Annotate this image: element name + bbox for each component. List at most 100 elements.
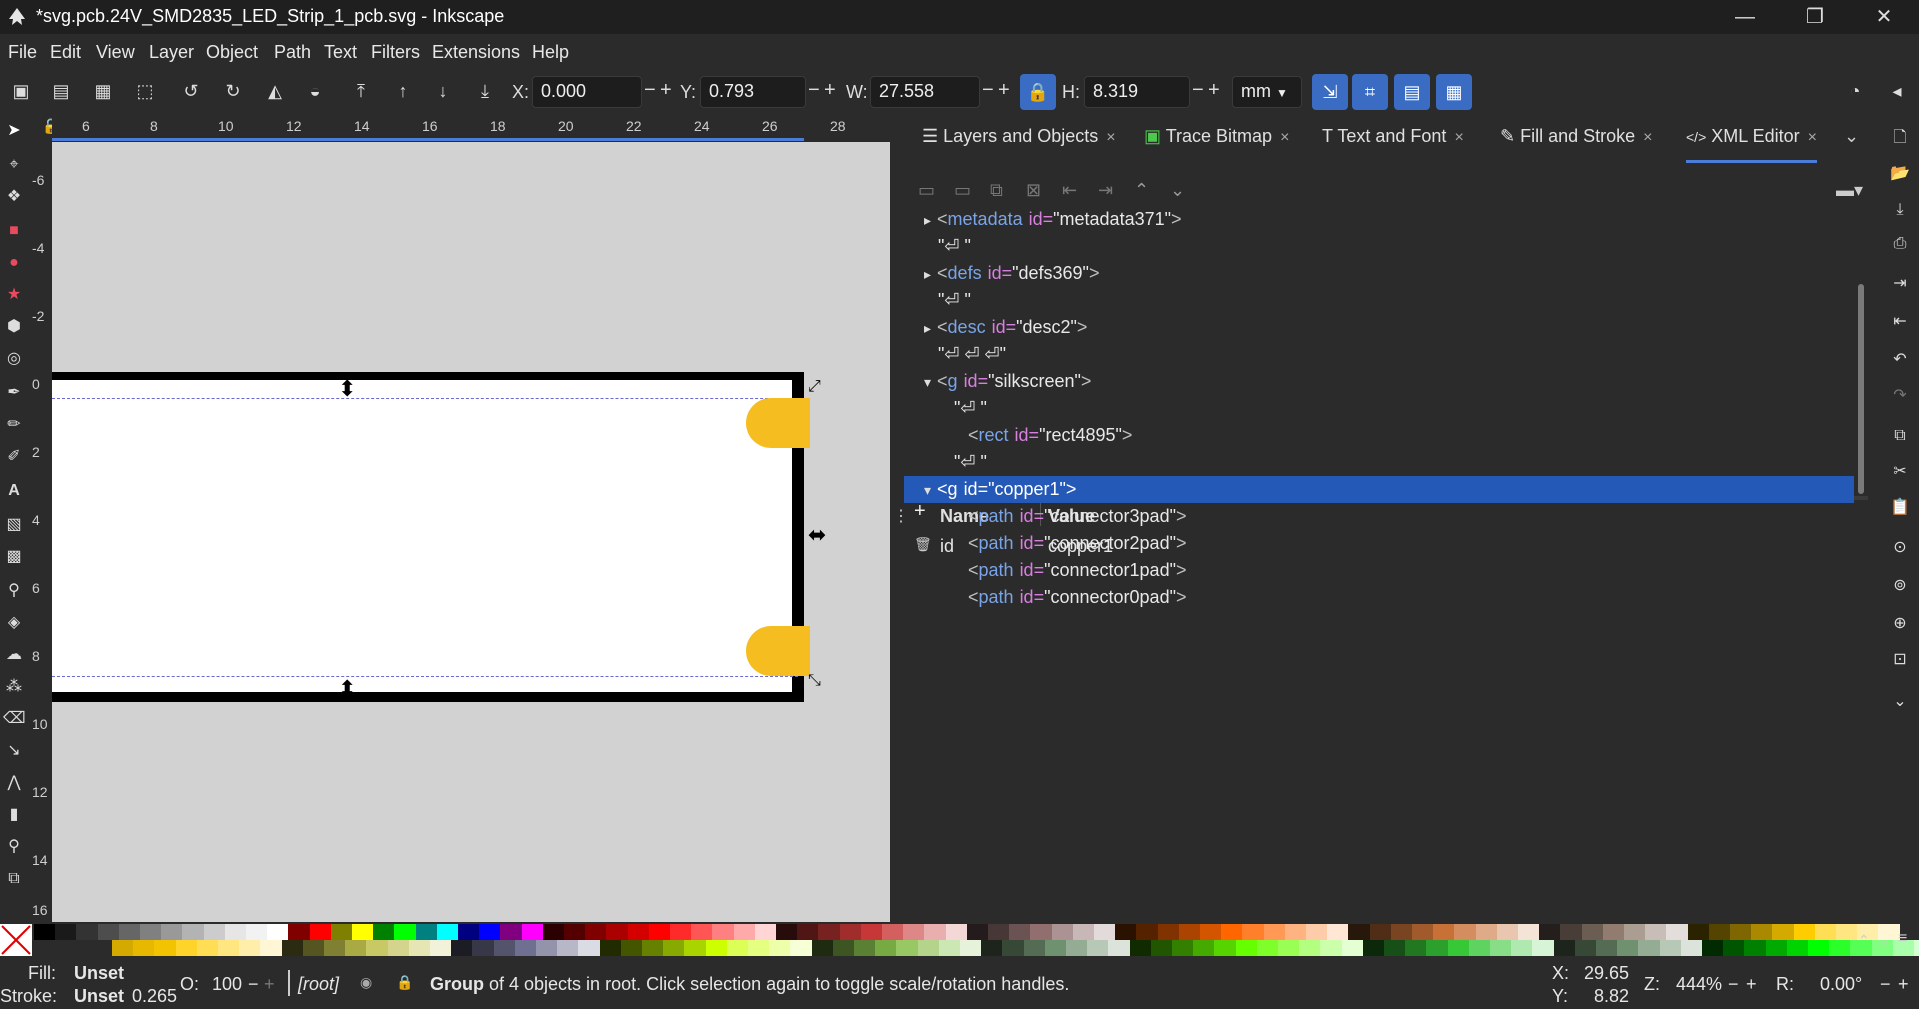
color-swatch[interactable]: [733, 924, 756, 940]
collapsed-arrow-icon[interactable]: ▸: [924, 266, 931, 282]
menu-extensions[interactable]: Extensions: [432, 42, 520, 63]
rotation-field[interactable]: 0.00°: [1820, 974, 1862, 995]
color-swatch[interactable]: [1475, 924, 1498, 940]
close-tab-icon[interactable]: ×: [1280, 129, 1289, 146]
color-swatch[interactable]: [1030, 924, 1053, 940]
color-swatch[interactable]: [1426, 940, 1449, 956]
undo-icon[interactable]: ↶: [1888, 348, 1912, 372]
h-increment-button[interactable]: +: [1208, 79, 1220, 102]
menu-path[interactable]: Path: [274, 42, 311, 63]
color-swatch[interactable]: [1744, 940, 1767, 956]
xml-node-tree[interactable]: ▸ <metadata id="metadata371"> "⏎ " ▸ <defs id=…: [904, 206, 1854, 607]
opacity-increment-button[interactable]: +: [264, 974, 275, 995]
color-swatch[interactable]: [1129, 940, 1152, 956]
color-swatch[interactable]: [1115, 924, 1137, 940]
node-tool-icon[interactable]: ⌖: [3, 154, 25, 176]
color-swatch[interactable]: [1617, 940, 1639, 956]
color-swatch[interactable]: [642, 940, 664, 956]
rectangle-tool-icon[interactable]: ■: [3, 220, 25, 242]
color-swatch[interactable]: [175, 940, 198, 956]
color-swatch[interactable]: [599, 940, 622, 956]
color-swatch[interactable]: [1666, 924, 1689, 940]
new-document-icon[interactable]: 🗋: [1888, 126, 1912, 150]
import-icon[interactable]: ⇥: [1888, 272, 1912, 296]
color-swatch[interactable]: [903, 924, 925, 940]
color-swatch[interactable]: [1384, 940, 1406, 956]
color-swatch[interactable]: [1278, 940, 1300, 956]
color-swatch[interactable]: [1242, 924, 1265, 940]
cut-icon[interactable]: ✂: [1888, 460, 1912, 484]
color-swatch[interactable]: [818, 924, 841, 940]
color-swatch[interactable]: [493, 940, 516, 956]
menu-filters[interactable]: Filters: [371, 42, 420, 63]
copy-icon[interactable]: ⧉: [1888, 424, 1912, 448]
color-swatch[interactable]: [1786, 940, 1809, 956]
select-all-icon[interactable]: ▣: [10, 80, 32, 102]
color-swatch[interactable]: [854, 940, 876, 956]
ellipse-tool-icon[interactable]: ●: [3, 252, 25, 274]
color-swatch[interactable]: [557, 940, 579, 956]
transform-patterns-button[interactable]: ▦: [1436, 74, 1472, 110]
xml-text-node[interactable]: "⏎ ": [904, 395, 1854, 422]
color-swatch[interactable]: [1263, 924, 1286, 940]
color-swatch[interactable]: [1066, 940, 1088, 956]
color-swatch[interactable]: [1157, 924, 1180, 940]
rotate-ccw-icon[interactable]: ↺: [180, 80, 202, 102]
x-field[interactable]: 0.000: [532, 76, 642, 108]
lower-to-bottom-icon[interactable]: ⤓: [474, 80, 496, 102]
w-increment-button[interactable]: +: [998, 79, 1010, 102]
color-swatch[interactable]: [458, 924, 480, 940]
connector-pad[interactable]: [746, 626, 810, 676]
color-swatch[interactable]: [882, 924, 904, 940]
layer-visibility-icon[interactable]: ◉: [360, 974, 372, 991]
indent-node-icon[interactable]: ⇥: [1098, 180, 1113, 201]
color-swatch[interactable]: [1751, 924, 1773, 940]
tab-text-and-font[interactable]: T Text and Font ×: [1322, 126, 1464, 156]
xml-text-node[interactable]: "⏎ ": [904, 233, 1854, 260]
color-swatch[interactable]: [1072, 924, 1095, 940]
xml-element-node[interactable]: ▾ <g id="silkscreen">: [904, 368, 1854, 395]
color-swatch[interactable]: [514, 940, 537, 956]
color-swatch[interactable]: [472, 940, 495, 956]
color-swatch[interactable]: [1772, 924, 1795, 940]
color-swatch[interactable]: [1284, 924, 1307, 940]
color-swatch[interactable]: [281, 940, 304, 956]
color-swatch[interactable]: [436, 924, 459, 940]
color-swatch[interactable]: [776, 924, 798, 940]
color-swatch[interactable]: [1136, 924, 1159, 940]
paste-icon[interactable]: 📋: [1888, 496, 1912, 520]
expanded-arrow-icon[interactable]: ▾: [924, 482, 931, 498]
close-button[interactable]: ✕: [1849, 0, 1919, 34]
zoom-drawing-icon[interactable]: ⊚: [1888, 574, 1912, 598]
palette-scroll-down-icon[interactable]: ⌄: [1878, 932, 1890, 949]
unindent-node-icon[interactable]: ⇤: [1062, 180, 1077, 201]
color-swatch[interactable]: [161, 924, 183, 940]
dropper-tool-icon[interactable]: ⚲: [3, 580, 25, 602]
scale-handle-top[interactable]: ⬍: [338, 376, 356, 402]
color-swatch[interactable]: [1172, 940, 1194, 956]
collapsed-arrow-icon[interactable]: ▸: [924, 320, 931, 336]
color-swatch[interactable]: [684, 940, 707, 956]
scale-handle-bottom[interactable]: ⬍: [338, 676, 356, 702]
snap-icon[interactable]: ◔: [1844, 80, 1866, 102]
xml-element-node[interactable]: ▸ <desc id="desc2">: [904, 314, 1854, 341]
color-swatch[interactable]: [1348, 924, 1371, 940]
raise-icon[interactable]: ↑: [392, 80, 414, 102]
stroke-value[interactable]: Unset: [74, 986, 124, 1007]
minimize-button[interactable]: —: [1710, 0, 1780, 34]
color-swatch[interactable]: [1914, 940, 1919, 956]
units-select[interactable]: mm ▼: [1232, 76, 1302, 108]
collapsed-arrow-icon[interactable]: ▸: [924, 212, 931, 228]
tweak-tool-icon[interactable]: ☁: [3, 644, 25, 666]
color-swatch[interactable]: [112, 940, 134, 956]
scale-stroke-button[interactable]: ⇲: [1312, 74, 1348, 110]
color-swatch[interactable]: [302, 940, 325, 956]
color-swatch[interactable]: [203, 924, 226, 940]
tabs-overflow-icon[interactable]: ⌄: [1844, 126, 1859, 147]
zoom-tool-icon[interactable]: ⚲: [3, 836, 25, 858]
color-swatch[interactable]: [415, 924, 438, 940]
color-swatch[interactable]: [430, 940, 452, 956]
color-swatch[interactable]: [1299, 940, 1321, 956]
close-tab-icon[interactable]: ×: [1454, 129, 1463, 146]
xml-text-node[interactable]: "⏎ ⏎ ⏎": [904, 341, 1854, 368]
